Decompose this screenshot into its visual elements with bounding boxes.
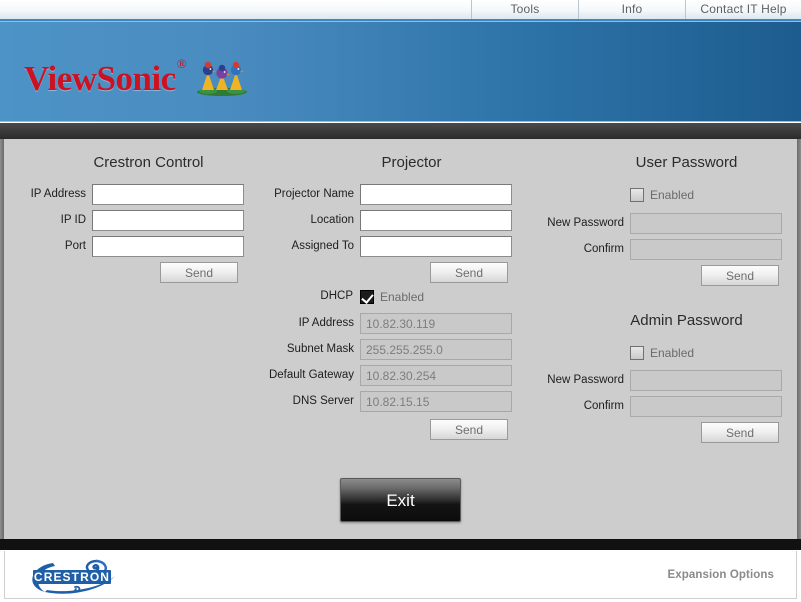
network-send-button[interactable]: Send: [430, 419, 508, 440]
user-password-enabled-label: Enabled: [650, 188, 695, 202]
crestron-control-send-button[interactable]: Send: [160, 262, 238, 283]
field-user-new-password: New Password: [512, 213, 782, 234]
user-password-enabled-row: Enabled: [630, 188, 694, 202]
tab-contact-it-help-label: Contact IT Help: [700, 2, 787, 16]
admin-password-enabled-label: Enabled: [650, 346, 695, 360]
label-projector-location: Location: [310, 213, 354, 226]
input-crestron-port[interactable]: [92, 236, 244, 257]
label-crestron-ip-address: IP Address: [30, 187, 86, 200]
field-projector-location: Location: [242, 210, 512, 231]
registered-trademark-icon: ®: [176, 55, 187, 71]
field-crestron-ip-id: IP ID: [14, 210, 244, 231]
label-admin-confirm-password: Confirm: [583, 399, 624, 412]
label-dhcp-default-gateway: Default Gateway: [268, 368, 354, 381]
input-crestron-ip-id[interactable]: [92, 210, 244, 231]
page-footer: CRESTRON Expansion Options: [0, 550, 801, 602]
footer-content: CRESTRON Expansion Options: [4, 551, 797, 599]
top-navigation-tabs: Tools Info Contact IT Help: [471, 0, 801, 19]
admin-password-enabled-row: Enabled: [630, 346, 694, 360]
field-user-confirm-password: Confirm: [512, 239, 782, 260]
input-user-new-password[interactable]: [630, 213, 782, 234]
input-dhcp-subnet-mask[interactable]: 255.255.255.0: [360, 339, 512, 360]
input-crestron-ip-address[interactable]: [92, 184, 244, 205]
projector-heading: Projector: [381, 154, 442, 171]
label-dhcp: DHCP: [320, 290, 353, 303]
field-crestron-port: Port: [14, 236, 244, 257]
admin-password-enabled-checkbox[interactable]: [630, 346, 644, 360]
field-admin-new-password: New Password: [512, 370, 782, 391]
field-projector-name: Projector Name: [242, 184, 512, 205]
label-dhcp-dns-server: DNS Server: [292, 394, 354, 407]
tab-contact-it-help[interactable]: Contact IT Help: [685, 0, 801, 19]
user-password-enabled-checkbox[interactable]: [630, 188, 644, 202]
field-dhcp-subnet-mask: Subnet Mask 255.255.255.0: [242, 339, 512, 360]
label-crestron-ip-id: IP ID: [60, 213, 86, 226]
field-projector-assigned-to: Assigned To: [242, 236, 512, 257]
tab-tools-label: Tools: [510, 2, 540, 16]
input-dhcp-default-gateway[interactable]: 10.82.30.254: [360, 365, 512, 386]
expansion-options-label: Expansion Options: [667, 569, 774, 581]
dhcp-row: DHCP Enabled: [242, 290, 492, 304]
viewsonic-birds-icon: [194, 58, 250, 96]
panel-right-edge: [797, 139, 801, 539]
label-dhcp-ip-address: IP Address: [298, 316, 354, 329]
label-projector-assigned-to: Assigned To: [291, 239, 354, 252]
input-admin-new-password[interactable]: [630, 370, 782, 391]
input-dhcp-ip-address[interactable]: 10.82.30.119: [360, 313, 512, 334]
label-projector-name: Projector Name: [274, 187, 354, 200]
projector-send-button[interactable]: Send: [430, 262, 508, 283]
viewsonic-logo: ViewSonic®: [24, 55, 250, 98]
tab-info-label: Info: [621, 2, 643, 16]
field-crestron-ip-address: IP Address: [14, 184, 244, 205]
input-projector-assigned-to[interactable]: [360, 236, 512, 257]
input-projector-name[interactable]: [360, 184, 512, 205]
tab-info[interactable]: Info: [578, 0, 685, 19]
field-dhcp-ip-address: IP Address 10.82.30.119: [242, 313, 512, 334]
brand-banner: ViewSonic®: [0, 21, 801, 122]
field-admin-confirm-password: Confirm: [512, 396, 782, 417]
panel-bottom-divider: [0, 539, 801, 550]
svg-text:CRESTRON: CRESTRON: [34, 570, 110, 584]
dhcp-enabled-label: Enabled: [380, 290, 425, 304]
label-dhcp-subnet-mask: Subnet Mask: [286, 342, 354, 355]
user-password-heading: User Password: [635, 154, 738, 171]
crestron-control-heading: Crestron Control: [93, 154, 204, 171]
label-user-new-password: New Password: [547, 216, 624, 229]
input-admin-confirm-password[interactable]: [630, 396, 782, 417]
input-projector-location[interactable]: [360, 210, 512, 231]
dhcp-enabled-checkbox[interactable]: [360, 290, 374, 304]
user-password-send-button[interactable]: Send: [701, 265, 779, 286]
header-divider-bar: [0, 123, 801, 139]
label-user-confirm-password: Confirm: [583, 242, 624, 255]
top-navigation-bar: Tools Info Contact IT Help: [0, 0, 801, 21]
exit-button[interactable]: Exit: [340, 478, 461, 522]
input-dhcp-dns-server[interactable]: 10.82.15.15: [360, 391, 512, 412]
tab-tools[interactable]: Tools: [471, 0, 578, 19]
crestron-logo-icon: CRESTRON: [23, 556, 128, 596]
label-admin-new-password: New Password: [547, 373, 624, 386]
panel-left-edge: [0, 139, 4, 539]
label-crestron-port: Port: [64, 239, 86, 252]
field-dhcp-dns-server: DNS Server 10.82.15.15: [242, 391, 512, 412]
input-user-confirm-password[interactable]: [630, 239, 782, 260]
field-dhcp-default-gateway: Default Gateway 10.82.30.254: [242, 365, 512, 386]
admin-password-heading: Admin Password: [630, 312, 743, 329]
crestron-projector-control-page: Tools Info Contact IT Help ViewSonic® Cr…: [0, 0, 801, 602]
admin-password-send-button[interactable]: Send: [701, 422, 779, 443]
viewsonic-wordmark: ViewSonic: [24, 59, 176, 98]
